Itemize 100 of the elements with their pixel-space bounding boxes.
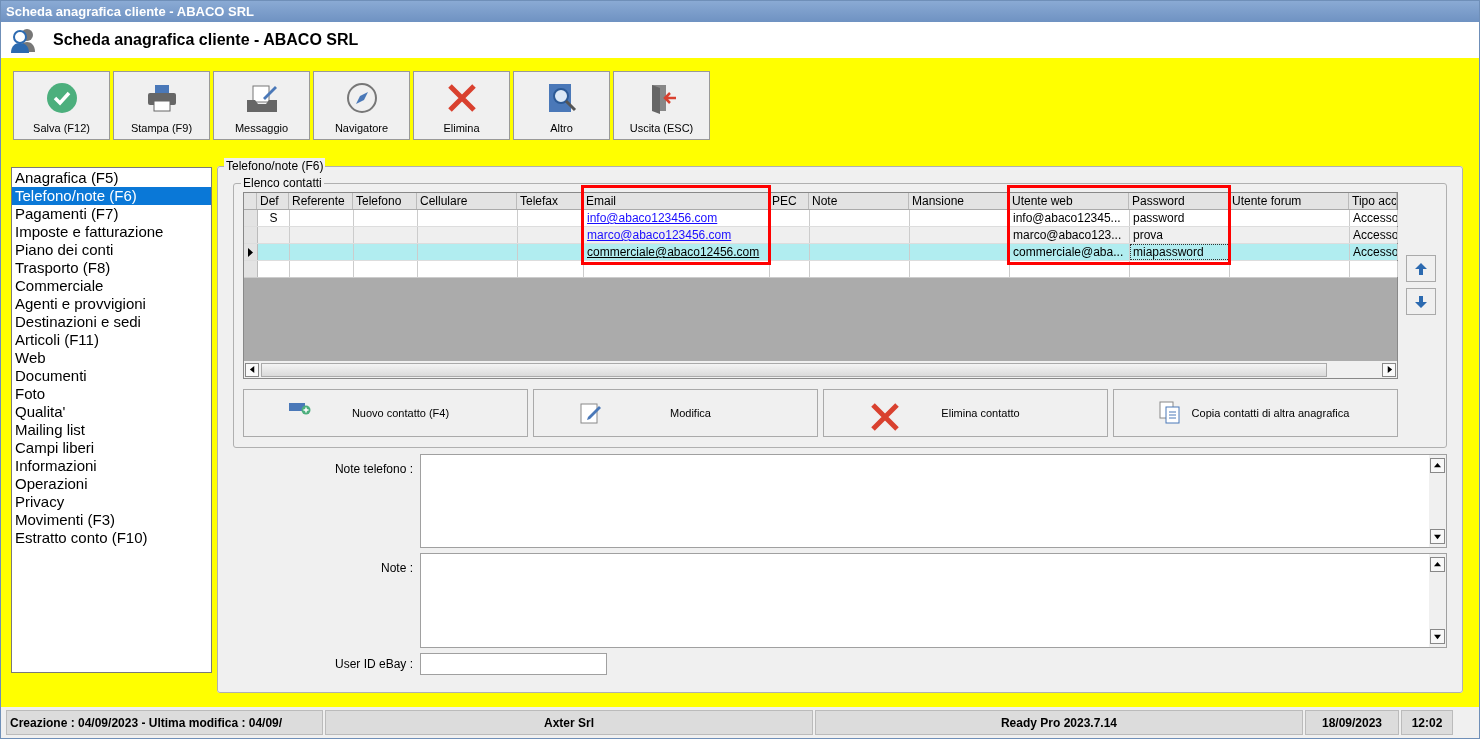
field-label: Note : (380, 560, 413, 577)
up-arrow-icon (1434, 462, 1441, 469)
section-item[interactable]: Telefono/note (F6) (12, 187, 211, 205)
contact-action-button[interactable]: Modifica (533, 389, 818, 437)
toolbar-button[interactable]: Messaggio (213, 71, 310, 140)
toolbar-button[interactable]: Stampa (F9) (113, 71, 210, 140)
column-header[interactable]: Referente (289, 193, 353, 209)
column-header[interactable]: Email (583, 193, 769, 209)
column-header[interactable]: PEC (769, 193, 809, 209)
scroll-down-button[interactable] (1430, 629, 1445, 644)
section-item[interactable]: Qualita' (12, 403, 211, 421)
table-cell: S (269, 211, 278, 225)
table-cell: Accesso (1353, 211, 1397, 225)
down-arrow-icon (1414, 294, 1428, 309)
status-cell: Axter Srl (325, 710, 813, 735)
window-title: Scheda anagrafica cliente - ABACO SRL (6, 2, 255, 21)
close-icon (869, 401, 901, 433)
section-item[interactable]: Mailing list (12, 421, 211, 439)
phone-notes-field[interactable] (420, 454, 1447, 548)
toolbar-button[interactable]: Elimina (413, 71, 510, 140)
status-cell: 12:02 (1401, 710, 1453, 735)
column-header[interactable]: Utente forum (1229, 193, 1349, 209)
column-header[interactable]: Mansione (909, 193, 1009, 209)
section-item[interactable]: Informazioni (12, 457, 211, 475)
inbox-pencil-icon (244, 82, 279, 114)
move-up-button[interactable] (1406, 255, 1436, 282)
table-cell: marco@abaco123... (1013, 228, 1122, 242)
scroll-right-button[interactable] (1382, 362, 1396, 377)
page-title: Scheda anagrafica cliente - ABACO SRL (53, 30, 359, 50)
status-cell: Creazione : 04/09/2023 - Ultima modifica : 04/09/ (6, 710, 323, 735)
contact-action-button[interactable]: Nuovo contatto (F4) (243, 389, 528, 437)
vertical-scrollbar[interactable] (1429, 455, 1446, 547)
scroll-up-button[interactable] (1430, 557, 1445, 572)
section-item[interactable]: Estratto conto (F10) (12, 529, 211, 547)
notes-field[interactable] (420, 553, 1447, 648)
section-item[interactable]: Web (12, 349, 211, 367)
contact-row[interactable]: S info@abaco123456.com info@abaco12345... password Accesso (244, 210, 1397, 227)
column-header[interactable]: Utente web (1009, 193, 1129, 209)
toolbar-button[interactable]: Uscita (ESC) (613, 71, 710, 140)
section-item[interactable]: Commerciale (12, 277, 211, 295)
up-arrow-icon (1414, 261, 1428, 276)
panel-title: Telefono/note (F6) (224, 158, 326, 174)
ebay-user-field[interactable] (420, 653, 607, 675)
move-down-button[interactable] (1406, 288, 1436, 315)
horizontal-scrollbar[interactable] (244, 361, 1397, 378)
email-link[interactable]: info@abaco123456.com (587, 211, 718, 225)
section-item[interactable]: Operazioni (12, 475, 211, 493)
column-header[interactable]: Note (809, 193, 909, 209)
toolbar-button[interactable]: Altro (513, 71, 610, 140)
section-item[interactable]: Piano dei conti (12, 241, 211, 259)
row-header-cell (244, 227, 258, 243)
section-item[interactable]: Trasporto (F8) (12, 259, 211, 277)
field-label: Note telefono : (333, 461, 413, 478)
down-arrow-icon (1434, 633, 1441, 640)
card-add-icon (289, 401, 311, 415)
contact-row[interactable]: commerciale@abaco12456.com commerciale@aba... miapassword Accesso (244, 244, 1397, 261)
table-cell: Accesso (1353, 228, 1397, 242)
scroll-left-button[interactable] (245, 362, 259, 377)
left-arrow-icon (248, 366, 256, 373)
table-cell: prova (1133, 228, 1164, 242)
checkmark-icon (45, 82, 78, 114)
column-header[interactable]: Cellulare (417, 193, 517, 209)
scroll-down-button[interactable] (1430, 529, 1445, 544)
table-cell: Accesso (1353, 245, 1397, 259)
status-cell: Ready Pro 2023.7.14 (815, 710, 1303, 735)
status-cell: 18/09/2023 (1305, 710, 1399, 735)
column-header[interactable]: Tipo acc (1349, 193, 1397, 209)
column-header[interactable]: Def (257, 193, 289, 209)
focused-cell[interactable]: miapassword (1130, 244, 1230, 260)
section-item[interactable]: Anagrafica (F5) (12, 169, 211, 187)
column-header[interactable]: Telefono (353, 193, 417, 209)
contact-action-button[interactable]: Copia contatti di altra anagrafica (1113, 389, 1398, 437)
column-header[interactable]: Telefax (517, 193, 583, 209)
section-item[interactable]: Articoli (F11) (12, 331, 211, 349)
current-row-icon (248, 247, 253, 257)
email-link[interactable]: marco@abaco123456.com (587, 228, 732, 242)
down-arrow-icon (1434, 533, 1441, 540)
table-cell: password (1133, 211, 1185, 225)
section-item[interactable]: Privacy (12, 493, 211, 511)
column-header[interactable]: Password (1129, 193, 1229, 209)
contact-row[interactable]: marco@abaco123456.com marco@abaco123... prova Accesso (244, 227, 1397, 244)
section-item[interactable]: Movimenti (F3) (12, 511, 211, 529)
table-cell: info@abaco12345... (1013, 211, 1121, 225)
section-item[interactable]: Imposte e fatturazione (12, 223, 211, 241)
scrollbar-thumb[interactable] (261, 362, 1327, 377)
toolbar-button[interactable]: Navigatore (313, 71, 410, 140)
section-item[interactable]: Destinazioni e sedi (12, 313, 211, 331)
section-item[interactable]: Documenti (12, 367, 211, 385)
section-item[interactable]: Pagamenti (F7) (12, 205, 211, 223)
toolbar-button[interactable]: Salva (F12) (13, 71, 110, 140)
section-item[interactable]: Foto (12, 385, 211, 403)
section-item[interactable]: Campi liberi (12, 439, 211, 457)
email-link[interactable]: commerciale@abaco12456.com (587, 245, 760, 259)
contact-action-button[interactable]: Elimina contatto (823, 389, 1108, 437)
up-arrow-icon (1434, 561, 1441, 568)
scroll-up-button[interactable] (1430, 458, 1445, 473)
vertical-scrollbar[interactable] (1429, 554, 1446, 647)
new-entry-row[interactable] (244, 261, 1397, 278)
printer-icon (145, 82, 178, 114)
section-item[interactable]: Agenti e provvigioni (12, 295, 211, 313)
